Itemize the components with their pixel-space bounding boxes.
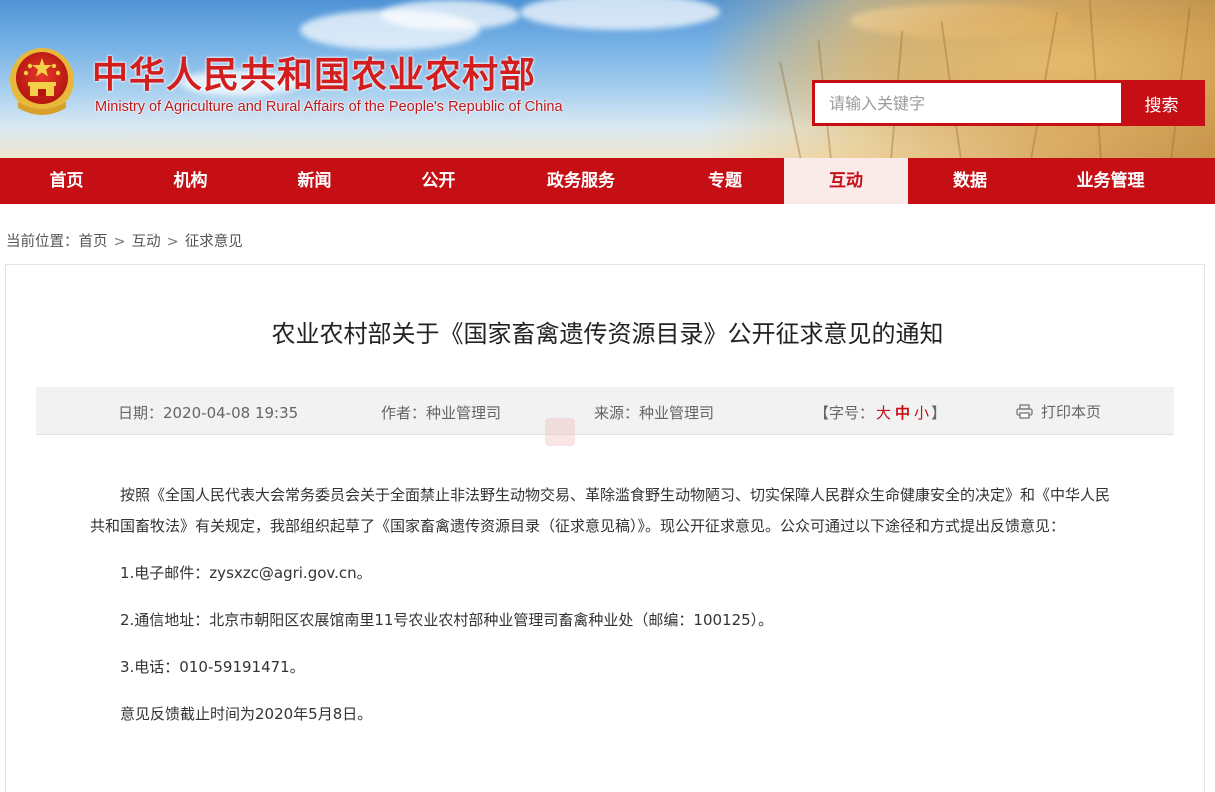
print-page-label: 打印本页 — [1041, 403, 1102, 421]
search-button[interactable]: 搜索 — [1121, 83, 1202, 123]
feedback-deadline: 意见反馈截止时间为2020年5月8日。 — [120, 705, 373, 723]
nav-item-topics[interactable]: 专题 — [666, 158, 784, 204]
printer-icon — [1016, 404, 1033, 419]
article-source: 来源：种业管理司 — [594, 404, 715, 422]
nav-item-organization[interactable]: 机构 — [133, 158, 248, 204]
font-size-small[interactable]: 小 — [912, 404, 931, 422]
qr-code-icon[interactable] — [545, 418, 575, 446]
site-title-cn[interactable]: 中华人民共和国农业农村部 — [92, 46, 536, 98]
nav-item-news[interactable]: 新闻 — [248, 158, 381, 204]
font-size-suffix: 】 — [931, 404, 947, 422]
article-title: 农业农村部关于《国家畜禽遗传资源目录》公开征求意见的通知 — [271, 320, 944, 348]
national-emblem-icon — [10, 48, 74, 115]
nav-item-public[interactable]: 公开 — [381, 158, 496, 204]
font-size-prefix: 【字号： — [814, 404, 875, 422]
breadcrumb: 当前位置：首页 > 互动 > 征求意见 — [6, 230, 243, 251]
font-size-medium[interactable]: 中 — [893, 404, 912, 422]
breadcrumb-separator: > — [166, 234, 179, 250]
breadcrumb-separator: > — [113, 234, 126, 250]
article-author: 作者：种业管理司 — [381, 404, 502, 422]
article-meta-bar: 日期：2020-04-08 19:35 作者：种业管理司 来源：种业管理司 【字… — [36, 387, 1174, 435]
nav-item-interaction[interactable]: 互动 — [784, 158, 908, 204]
print-page-link[interactable]: 打印本页 — [1016, 401, 1101, 422]
site-title-en: Ministry of Agriculture and Rural Affair… — [95, 99, 563, 115]
nav-item-data[interactable]: 数据 — [908, 158, 1032, 204]
contact-address: 2.通信地址：北京市朝阳区农展馆南里11号农业农村部种业管理司畜禽种业处（邮编：… — [120, 611, 774, 629]
article-paragraph: 按照《全国人民代表大会常务委员会关于全面禁止非法野生动物交易、革除滥食野生动物陋… — [90, 486, 1111, 535]
font-size-large[interactable]: 大 — [874, 404, 893, 422]
breadcrumb-interaction[interactable]: 互动 — [132, 234, 161, 250]
nav-item-home[interactable]: 首页 — [0, 158, 133, 204]
breadcrumb-prefix: 当前位置： — [6, 234, 79, 250]
contact-phone: 3.电话：010-59191471。 — [120, 658, 305, 676]
font-size-control: 【字号：大中小】 — [814, 402, 946, 423]
article-body: 按照《全国人民代表大会常务委员会关于全面禁止非法野生动物交易、革除滥食野生动物陋… — [90, 480, 1124, 730]
contact-email: 1.电子邮件：zysxzc@agri.gov.cn。 — [120, 564, 372, 582]
nav-item-business-management[interactable]: 业务管理 — [1032, 158, 1189, 204]
article-date: 日期：2020-04-08 19:35 — [118, 404, 299, 422]
main-nav: 首页 机构 新闻 公开 政务服务 专题 互动 数据 业务管理 — [0, 158, 1215, 204]
breadcrumb-home[interactable]: 首页 — [79, 234, 108, 250]
search-input[interactable] — [815, 83, 1121, 123]
search-box: 搜索 — [812, 80, 1205, 126]
header-banner: 中华人民共和国农业农村部 Ministry of Agriculture and… — [0, 0, 1215, 158]
nav-item-government-services[interactable]: 政务服务 — [496, 158, 666, 204]
breadcrumb-consultation[interactable]: 征求意见 — [185, 234, 243, 250]
